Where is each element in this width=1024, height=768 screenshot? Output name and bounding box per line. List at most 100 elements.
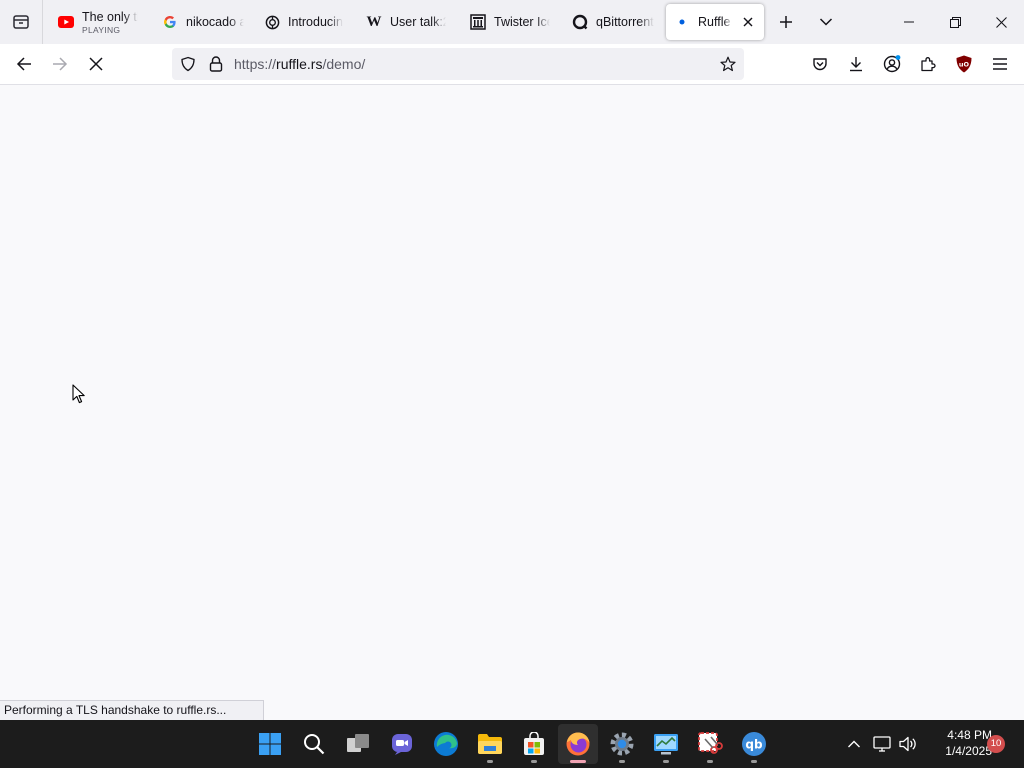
qbittorrent-taskbar-button[interactable]: qb (734, 724, 774, 764)
tab-qbittorrent[interactable]: qBittorrent (564, 4, 662, 40)
restore-button[interactable] (932, 0, 978, 44)
running-indicator (487, 760, 493, 763)
pocket-button[interactable] (804, 48, 836, 80)
pocket-icon (813, 58, 827, 71)
tracking-protection-shield-icon[interactable] (180, 56, 196, 72)
close-icon (743, 17, 753, 27)
notification-badge[interactable]: 10 (987, 735, 1005, 753)
mouse-cursor-icon (72, 384, 85, 404)
url-bar[interactable]: https://ruffle.rs/demo/ (172, 48, 744, 80)
running-indicator (751, 760, 757, 763)
tab-museum[interactable]: Twister Ice (462, 4, 558, 40)
show-hidden-icons-button[interactable] (842, 724, 866, 764)
app-menu-button[interactable] (984, 48, 1016, 80)
store-icon (524, 732, 544, 755)
minimize-icon (904, 21, 914, 23)
clock-date: 1/4/2025 (945, 744, 992, 758)
restore-icon (949, 16, 961, 28)
speaker-icon (899, 736, 916, 752)
tab-close-button[interactable] (740, 14, 756, 30)
tab-strip: The only th PLAYING nikocado a Introduci… (0, 0, 1024, 44)
close-window-button[interactable] (978, 0, 1024, 44)
list-all-tabs-button[interactable] (810, 6, 842, 38)
teams-chat-icon (392, 734, 412, 755)
firefox-icon (566, 732, 590, 756)
openai-icon (264, 14, 280, 30)
edge-icon (434, 732, 458, 756)
account-icon (883, 55, 901, 73)
task-view-icon (347, 734, 369, 752)
page-content (0, 85, 1024, 720)
tab-playing-label: PLAYING (82, 24, 121, 35)
tab-title: Ruffle P (698, 15, 732, 29)
svg-text:uO: uO (959, 61, 970, 69)
control-panel-icon (654, 734, 678, 755)
tab-google[interactable]: nikocado a (154, 4, 252, 40)
url-text[interactable]: https://ruffle.rs/demo/ (234, 48, 365, 80)
control-panel-button[interactable] (646, 724, 686, 764)
url-scheme: https:// (234, 56, 277, 72)
tab-title: User talk:2 (390, 15, 446, 29)
url-path: /demo/ (322, 56, 366, 72)
extensions-button[interactable] (912, 48, 944, 80)
network-button[interactable] (870, 724, 894, 764)
tab-strip-separator (42, 0, 43, 44)
windows-start-icon (259, 733, 281, 755)
start-button[interactable] (250, 724, 290, 764)
qbittorrent-icon: qb (742, 732, 766, 756)
chevron-down-icon (819, 18, 833, 26)
forward-button[interactable] (44, 48, 76, 80)
firefox-view-button[interactable] (0, 0, 42, 44)
chevron-up-icon (848, 740, 860, 748)
qbittorrent-icon (572, 14, 588, 30)
file-explorer-icon (478, 734, 502, 754)
tab-ruffle[interactable]: Ruffle P (666, 4, 764, 40)
plus-icon (780, 16, 792, 28)
bookmark-star-icon[interactable] (720, 56, 736, 72)
tab-title: qBittorrent (596, 15, 654, 29)
close-icon (995, 16, 1007, 28)
tab-wikipedia[interactable]: W User talk:2 (358, 4, 454, 40)
settings-icon (610, 732, 634, 756)
snipping-tool-button[interactable] (690, 724, 730, 764)
tab-title: Twister Ice (494, 15, 550, 29)
minimize-button[interactable] (886, 0, 932, 44)
tab-openai[interactable]: Introducin (256, 4, 352, 40)
arrow-right-icon (53, 57, 68, 71)
search-icon (304, 734, 325, 755)
downloads-button[interactable] (840, 48, 872, 80)
wikipedia-icon: W (366, 14, 382, 30)
tab-youtube[interactable]: The only th PLAYING (50, 4, 146, 40)
volume-button[interactable] (896, 724, 920, 764)
back-button[interactable] (8, 48, 40, 80)
loading-dot-icon (674, 14, 690, 30)
search-button[interactable] (294, 724, 334, 764)
network-icon (873, 736, 891, 752)
store-button[interactable] (514, 724, 554, 764)
ublock-origin-button[interactable]: uO (948, 48, 980, 80)
download-icon (850, 57, 862, 72)
url-host: ruffle.rs (276, 56, 323, 72)
google-icon (162, 14, 178, 30)
youtube-icon (58, 14, 74, 30)
tab-title: The only th (82, 9, 138, 24)
edge-button[interactable] (426, 724, 466, 764)
teams-chat-button[interactable] (382, 724, 422, 764)
taskbar-clock[interactable]: 4:48 PM 1/4/2025 (922, 727, 992, 759)
hamburger-menu-icon (993, 58, 1007, 70)
stop-icon (89, 57, 103, 71)
firefox-button[interactable] (558, 724, 598, 764)
lock-icon[interactable] (208, 56, 224, 72)
running-indicator (619, 760, 625, 763)
file-explorer-button[interactable] (470, 724, 510, 764)
settings-button[interactable] (602, 724, 642, 764)
status-panel: Performing a TLS handshake to ruffle.rs.… (0, 700, 264, 720)
windows-taskbar: qb 4:48 PM 1/4/2025 (0, 720, 1024, 768)
task-view-button[interactable] (338, 724, 378, 764)
clock-time: 4:48 PM (947, 728, 992, 742)
stop-button[interactable] (80, 48, 112, 80)
new-tab-button[interactable] (770, 6, 802, 38)
navigation-toolbar: https://ruffle.rs/demo/ uO (0, 44, 1024, 85)
account-button[interactable] (876, 48, 908, 80)
running-indicator (663, 760, 669, 763)
